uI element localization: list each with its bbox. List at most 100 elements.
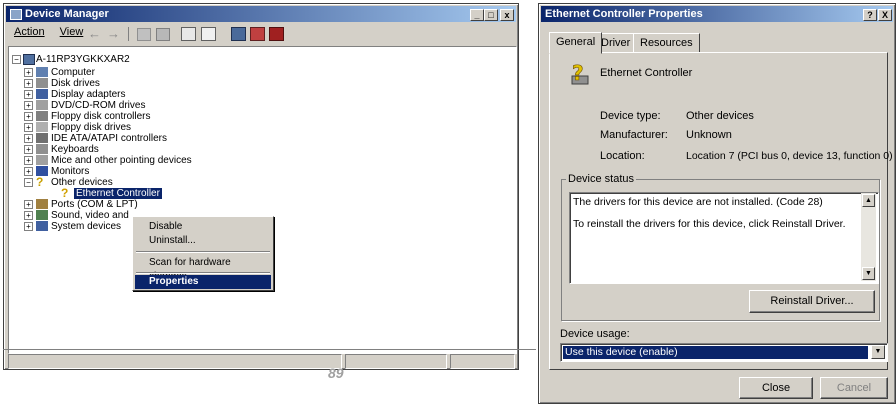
device-status-legend: Device status (566, 173, 637, 185)
close-button[interactable]: x (500, 9, 514, 21)
computer-category-icon (36, 67, 48, 77)
device-manager-icon (10, 8, 22, 20)
status-pane-1 (8, 354, 342, 369)
tree-item-sound[interactable]: Sound, video and (51, 210, 129, 221)
tree-item-ide[interactable]: IDE ATA/ATAPI controllers (51, 133, 167, 144)
window-title: Device Manager (25, 8, 109, 20)
properties-icon[interactable] (181, 27, 196, 41)
mouse-icon (36, 155, 48, 165)
properties-titlebar[interactable]: Ethernet Controller Properties ? X (541, 6, 893, 22)
menu-item-scan[interactable]: Scan for hardware changes (135, 256, 271, 282)
expander-ports[interactable]: + (24, 200, 33, 209)
sound-icon (36, 210, 48, 220)
tree-item-disk-drives[interactable]: Disk drives (51, 78, 100, 89)
expander-computer[interactable]: + (24, 68, 33, 77)
cancel-button[interactable]: Cancel (820, 377, 888, 399)
tree-item-system-devices[interactable]: System devices (51, 221, 121, 232)
expander-disk[interactable]: + (24, 79, 33, 88)
manufacturer-value: Unknown (686, 129, 732, 141)
dropdown-arrow-icon[interactable]: ▼ (871, 345, 885, 359)
floppy-controller-icon (36, 111, 48, 121)
menu-action[interactable]: Action (8, 24, 51, 40)
status-line-2: To reinstall the drivers for this device… (573, 218, 846, 230)
tree-item-computer[interactable]: Computer (51, 67, 95, 78)
device-manager-window: Device Manager _ □ x Action View ← → − A… (3, 3, 519, 370)
scroll-up-button[interactable]: ▲ (862, 194, 875, 207)
expander-root[interactable]: − (12, 55, 21, 64)
warning-question-icon: ? (61, 186, 69, 200)
ide-controller-icon (36, 133, 48, 143)
expander-floppy-drives[interactable]: + (24, 123, 33, 132)
expander-floppy-controllers[interactable]: + (24, 112, 33, 121)
expander-mice[interactable]: + (24, 156, 33, 165)
status-bar (8, 354, 515, 369)
help-button[interactable]: ? (863, 9, 877, 21)
list-view-icon[interactable] (156, 28, 170, 41)
expander-dvd[interactable]: + (24, 101, 33, 110)
expander-display[interactable]: + (24, 90, 33, 99)
expander-system[interactable]: + (24, 222, 33, 231)
scroll-down-button[interactable]: ▼ (862, 267, 875, 280)
maximize-button[interactable]: □ (484, 9, 498, 21)
menu-item-uninstall[interactable]: Uninstall... (135, 234, 271, 248)
status-scrollbar[interactable]: ▲ ▼ (861, 193, 876, 281)
expander-keyboards[interactable]: + (24, 145, 33, 154)
tab-resources[interactable]: Resources (633, 33, 700, 53)
expander-sound[interactable]: + (24, 211, 33, 220)
dialog-close-button[interactable]: X (878, 9, 892, 21)
back-arrow-icon[interactable]: ← (88, 26, 101, 41)
tree-item-floppy-controllers[interactable]: Floppy disk controllers (51, 111, 150, 122)
device-usage-select[interactable]: Use this device (enable) ▼ (560, 343, 888, 362)
scan-hardware-icon[interactable] (231, 27, 246, 41)
tree-item-dvd[interactable]: DVD/CD-ROM drives (51, 100, 145, 111)
page-number: 89 (328, 365, 344, 381)
menu-item-disable[interactable]: Disable (135, 220, 271, 234)
forward-arrow-icon[interactable]: → (107, 26, 120, 41)
port-icon (36, 199, 48, 209)
expander-ide[interactable]: + (24, 134, 33, 143)
update-driver-icon[interactable] (250, 27, 265, 41)
menu-separator (136, 272, 270, 274)
computer-icon (23, 54, 35, 65)
system-device-icon (36, 221, 48, 231)
expander-other-devices[interactable]: − (24, 178, 33, 187)
device-type-value: Other devices (686, 110, 754, 122)
tree-item-floppy-drives[interactable]: Floppy disk drives (51, 122, 131, 133)
display-adapter-icon (36, 89, 48, 99)
tree-item-ports[interactable]: Ports (COM & LPT) (51, 199, 138, 210)
warning-device-icon: ? (568, 61, 590, 86)
tree-item-display-adapters[interactable]: Display adapters (51, 89, 125, 100)
tree-item-mice[interactable]: Mice and other pointing devices (51, 155, 192, 166)
manufacturer-label: Manufacturer: (600, 129, 668, 141)
dialog-title: Ethernet Controller Properties (545, 8, 703, 20)
status-pane-2 (345, 354, 447, 369)
floppy-drive-icon (36, 122, 48, 132)
status-line-1: The drivers for this device are not inst… (573, 196, 823, 208)
tree-root[interactable]: A-11RP3YGKKXAR2 (36, 54, 130, 65)
menu-item-properties[interactable]: Properties (135, 275, 271, 289)
expander-monitors[interactable]: + (24, 167, 33, 176)
menu-view[interactable]: View (54, 24, 90, 40)
device-tree: − A-11RP3YGKKXAR2 + Computer + Disk driv… (8, 46, 517, 354)
folder-view-icon[interactable] (137, 28, 151, 41)
keyboard-icon (36, 144, 48, 154)
menu-separator (136, 251, 270, 253)
tree-item-keyboards[interactable]: Keyboards (51, 144, 99, 155)
tab-general[interactable]: General (549, 32, 603, 54)
device-usage-value: Use this device (enable) (563, 346, 868, 359)
minimize-button[interactable]: _ (470, 9, 484, 21)
location-label: Location: (600, 150, 645, 162)
device-type-label: Device type: (600, 110, 661, 122)
reinstall-driver-button[interactable]: Reinstall Driver... (749, 290, 875, 313)
device-manager-titlebar[interactable]: Device Manager _ □ x (6, 6, 516, 22)
location-value: Location 7 (PCI bus 0, device 13, functi… (686, 150, 893, 162)
context-menu: Disable Uninstall... Scan for hardware c… (132, 216, 274, 291)
uninstall-icon[interactable] (269, 27, 284, 41)
help-icon[interactable] (201, 27, 216, 41)
disk-drive-icon (36, 78, 48, 88)
tree-item-ethernet-controller[interactable]: Ethernet Controller (74, 188, 162, 199)
toolbar-separator (128, 27, 129, 41)
tree-item-monitors[interactable]: Monitors (51, 166, 89, 177)
close-dialog-button[interactable]: Close (739, 377, 813, 399)
svg-text:?: ? (572, 62, 584, 85)
